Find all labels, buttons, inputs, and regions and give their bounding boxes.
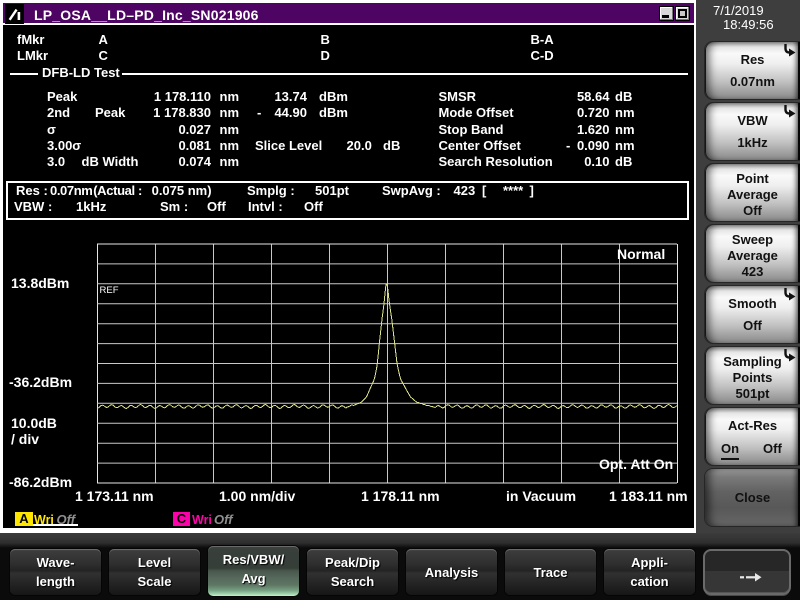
svg-text:REF: REF	[100, 285, 119, 296]
